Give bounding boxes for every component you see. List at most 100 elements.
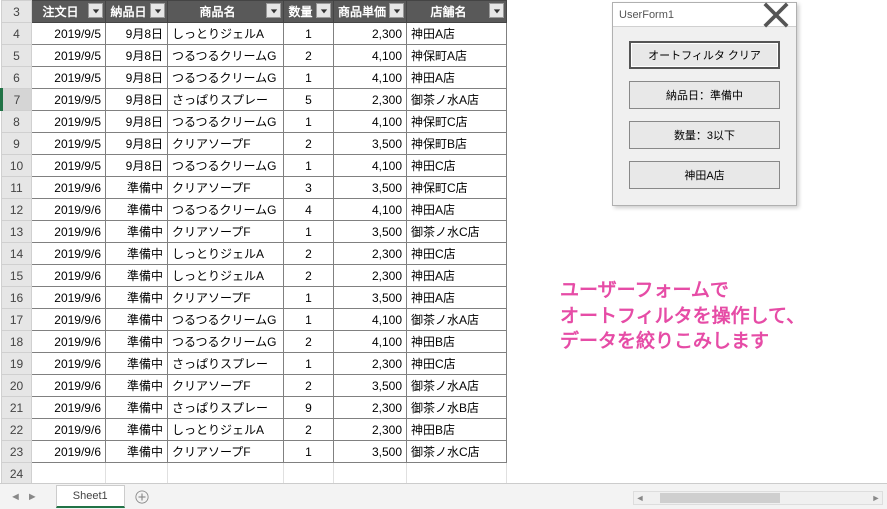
cell-qty[interactable]: 5 [284, 89, 334, 111]
column-header-delivery[interactable]: 納品日 [106, 1, 168, 23]
userform-titlebar[interactable]: UserForm1 [613, 3, 796, 27]
cell-delivery[interactable]: 準備中 [106, 309, 168, 331]
row-header[interactable]: 14 [2, 243, 32, 265]
cell-delivery[interactable]: 9月8日 [106, 45, 168, 67]
filter-store-button[interactable]: 神田A店 [629, 161, 780, 189]
cell-store[interactable]: 御茶ノ水A店 [407, 309, 507, 331]
row-header[interactable]: 4 [2, 23, 32, 45]
cell-product[interactable]: さっぱりスプレー [168, 397, 284, 419]
row-header[interactable]: 17 [2, 309, 32, 331]
cell-store[interactable]: 神田A店 [407, 287, 507, 309]
cell-order_date[interactable]: 2019/9/5 [32, 155, 106, 177]
cell-order_date[interactable]: 2019/9/6 [32, 177, 106, 199]
cell-delivery[interactable]: 準備中 [106, 177, 168, 199]
cell-unit_price[interactable]: 4,100 [334, 199, 407, 221]
filter-dropdown-icon[interactable] [316, 3, 331, 18]
cell-qty[interactable]: 1 [284, 287, 334, 309]
cell-store[interactable]: 神田A店 [407, 199, 507, 221]
cell-order_date[interactable]: 2019/9/6 [32, 419, 106, 441]
cell-store[interactable]: 神田B店 [407, 419, 507, 441]
cell-delivery[interactable]: 9月8日 [106, 155, 168, 177]
cell-delivery[interactable]: 9月8日 [106, 111, 168, 133]
cell-order_date[interactable]: 2019/9/5 [32, 45, 106, 67]
cell-unit_price[interactable]: 3,500 [334, 287, 407, 309]
cell-qty[interactable]: 1 [284, 353, 334, 375]
sheet-tab-active[interactable]: Sheet1 [56, 485, 125, 508]
cell-delivery[interactable]: 準備中 [106, 375, 168, 397]
cell-order_date[interactable]: 2019/9/6 [32, 309, 106, 331]
cell-order_date[interactable]: 2019/9/5 [32, 133, 106, 155]
cell-qty[interactable]: 2 [284, 419, 334, 441]
cell-store[interactable]: 御茶ノ水C店 [407, 221, 507, 243]
cell-unit_price[interactable]: 4,100 [334, 309, 407, 331]
cell-unit_price[interactable]: 4,100 [334, 67, 407, 89]
cell-store[interactable]: 神田A店 [407, 67, 507, 89]
cell-unit_price[interactable]: 2,300 [334, 243, 407, 265]
column-header-store[interactable]: 店舗名 [407, 1, 507, 23]
row-header[interactable]: 18 [2, 331, 32, 353]
cell-unit_price[interactable]: 2,300 [334, 353, 407, 375]
tab-nav[interactable]: ◄ ► [0, 491, 48, 503]
cell-unit_price[interactable]: 4,100 [334, 111, 407, 133]
cell-product[interactable]: クリアソープF [168, 221, 284, 243]
cell-store[interactable]: 御茶ノ水C店 [407, 441, 507, 463]
cell-store[interactable]: 神田C店 [407, 243, 507, 265]
filter-dropdown-icon[interactable] [389, 3, 404, 18]
cell-product[interactable]: クリアソープF [168, 177, 284, 199]
cell-unit_price[interactable]: 2,300 [334, 89, 407, 111]
row-header[interactable]: 9 [2, 133, 32, 155]
empty-cell[interactable] [168, 463, 284, 485]
cell-qty[interactable]: 4 [284, 199, 334, 221]
cell-qty[interactable]: 2 [284, 243, 334, 265]
row-header[interactable]: 8 [2, 111, 32, 133]
cell-qty[interactable]: 1 [284, 309, 334, 331]
cell-qty[interactable]: 2 [284, 265, 334, 287]
cell-product[interactable]: つるつるクリームG [168, 199, 284, 221]
cell-order_date[interactable]: 2019/9/6 [32, 221, 106, 243]
cell-store[interactable]: 神保町C店 [407, 111, 507, 133]
cell-order_date[interactable]: 2019/9/5 [32, 111, 106, 133]
column-header-unit_price[interactable]: 商品単価 [334, 1, 407, 23]
row-header[interactable]: 10 [2, 155, 32, 177]
cell-unit_price[interactable]: 3,500 [334, 221, 407, 243]
cell-qty[interactable]: 2 [284, 375, 334, 397]
cell-unit_price[interactable]: 3,500 [334, 375, 407, 397]
row-header[interactable]: 19 [2, 353, 32, 375]
cell-product[interactable]: しっとりジェルA [168, 243, 284, 265]
cell-product[interactable]: しっとりジェルA [168, 265, 284, 287]
cell-order_date[interactable]: 2019/9/6 [32, 243, 106, 265]
cell-delivery[interactable]: 準備中 [106, 199, 168, 221]
row-header[interactable]: 21 [2, 397, 32, 419]
empty-cell[interactable] [407, 463, 507, 485]
cell-unit_price[interactable]: 2,300 [334, 419, 407, 441]
cell-order_date[interactable]: 2019/9/5 [32, 67, 106, 89]
empty-cell[interactable] [284, 463, 334, 485]
cell-product[interactable]: しっとりジェルA [168, 23, 284, 45]
cell-unit_price[interactable]: 3,500 [334, 133, 407, 155]
add-sheet-button[interactable] [131, 486, 153, 508]
cell-delivery[interactable]: 準備中 [106, 221, 168, 243]
filter-dropdown-icon[interactable] [489, 3, 504, 18]
cell-unit_price[interactable]: 2,300 [334, 265, 407, 287]
cell-product[interactable]: クリアソープF [168, 287, 284, 309]
cell-store[interactable]: 神田A店 [407, 265, 507, 287]
cell-qty[interactable]: 9 [284, 397, 334, 419]
cell-order_date[interactable]: 2019/9/5 [32, 23, 106, 45]
empty-cell[interactable] [106, 463, 168, 485]
cell-delivery[interactable]: 準備中 [106, 419, 168, 441]
cell-store[interactable]: 神田B店 [407, 331, 507, 353]
cell-qty[interactable]: 1 [284, 111, 334, 133]
cell-unit_price[interactable]: 4,100 [334, 155, 407, 177]
cell-qty[interactable]: 1 [284, 221, 334, 243]
cell-unit_price[interactable]: 2,300 [334, 397, 407, 419]
tab-next-icon[interactable]: ► [27, 491, 38, 503]
filter-dropdown-icon[interactable] [266, 3, 281, 18]
cell-delivery[interactable]: 準備中 [106, 441, 168, 463]
empty-cell[interactable] [32, 463, 106, 485]
close-icon[interactable] [762, 5, 790, 25]
cell-delivery[interactable]: 9月8日 [106, 133, 168, 155]
cell-store[interactable]: 御茶ノ水B店 [407, 397, 507, 419]
row-header[interactable]: 13 [2, 221, 32, 243]
column-header-order_date[interactable]: 注文日 [32, 1, 106, 23]
cell-delivery[interactable]: 準備中 [106, 243, 168, 265]
